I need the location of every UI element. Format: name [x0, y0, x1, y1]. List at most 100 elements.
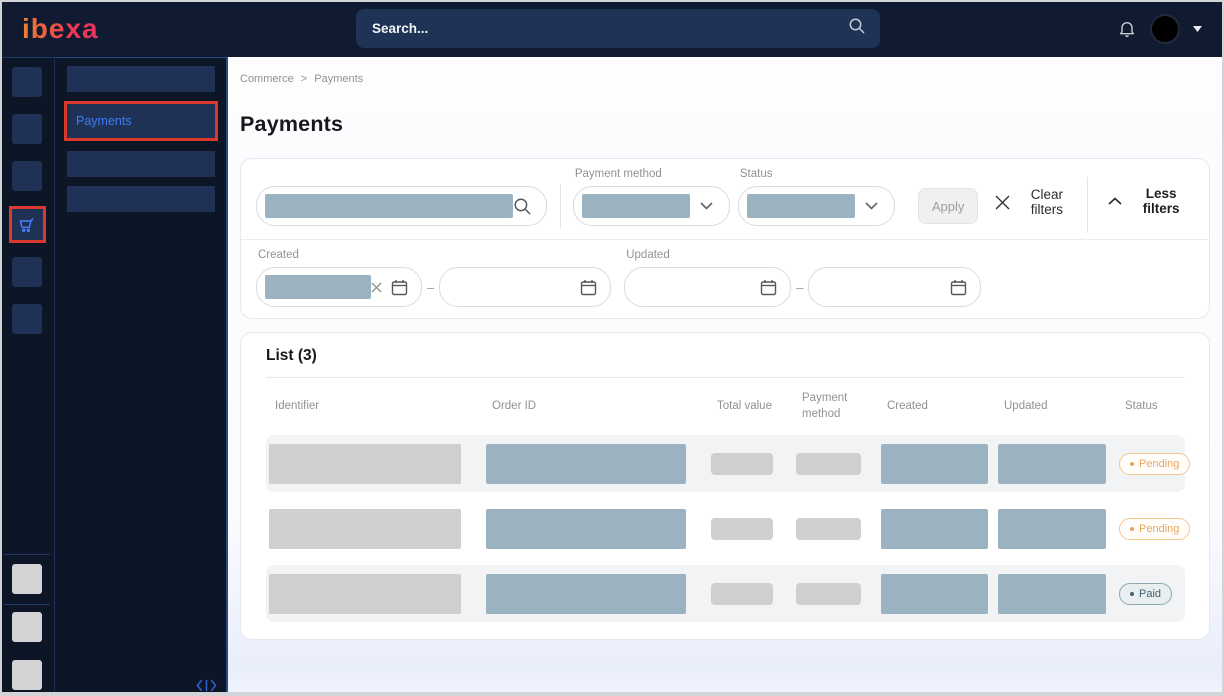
- created-placeholder: [881, 574, 988, 614]
- calendar-icon[interactable]: [391, 279, 408, 296]
- sidebar-rail-bottom: [0, 554, 54, 696]
- page-title: Payments: [240, 112, 1210, 137]
- app-window: ibexa: [0, 0, 1224, 696]
- global-search-input[interactable]: [370, 20, 848, 37]
- subnav-item-payments[interactable]: Payments: [64, 101, 218, 141]
- filter-panel: Payment method Status: [240, 158, 1210, 319]
- caret-down-icon[interactable]: [1193, 26, 1202, 32]
- created-placeholder: [881, 509, 988, 549]
- order-id-placeholder: [486, 444, 686, 484]
- sidebar-item-placeholder-1[interactable]: [12, 67, 42, 97]
- collapse-sidebar-icon[interactable]: [196, 679, 217, 692]
- table-row[interactable]: Pending: [266, 500, 1185, 557]
- subnav-item-placeholder-2[interactable]: [67, 151, 215, 177]
- status-label: Status: [740, 168, 895, 180]
- main-content: Commerce > Payments Payments: [228, 57, 1224, 696]
- range-separator: –: [427, 280, 434, 295]
- range-separator: –: [796, 280, 803, 295]
- payments-list-panel: List (3) IdentifierOrder IDTotal valuePa…: [240, 332, 1210, 640]
- calendar-icon[interactable]: [760, 279, 777, 296]
- status-value-placeholder: [747, 194, 855, 218]
- total-value-placeholder: [711, 518, 773, 540]
- chevron-down-icon: [700, 202, 713, 210]
- status-badge: Pending: [1119, 518, 1190, 540]
- chevron-down-icon: [865, 202, 878, 210]
- payment-method-placeholder: [796, 453, 861, 475]
- list-title: List (3): [266, 347, 1185, 365]
- sidebar-rail: [0, 57, 55, 696]
- shell: Payments Commerce > Payments Payments: [0, 57, 1224, 696]
- divider: [4, 554, 50, 555]
- table-body: Pending Pending Paid: [266, 435, 1185, 622]
- topbar-actions: [1117, 14, 1202, 44]
- updated-label: Updated: [626, 249, 981, 261]
- sidebar-item-placeholder-3[interactable]: [12, 161, 42, 191]
- sidebar-bottom-item-1[interactable]: [12, 564, 42, 594]
- updated-from-input[interactable]: [624, 267, 791, 307]
- topbar: ibexa: [0, 0, 1224, 57]
- updated-to-input[interactable]: [808, 267, 981, 307]
- identifier-placeholder: [269, 444, 461, 484]
- sidebar-item-commerce[interactable]: [9, 206, 46, 243]
- order-id-placeholder: [486, 509, 686, 549]
- sidebar-bottom-item-2[interactable]: [12, 612, 42, 642]
- sidebar-bottom-item-3[interactable]: [12, 660, 42, 690]
- identifier-placeholder: [269, 574, 461, 614]
- avatar[interactable]: [1150, 14, 1180, 44]
- ibexa-logo[interactable]: ibexa: [22, 13, 99, 45]
- table-row[interactable]: Pending: [266, 435, 1185, 492]
- identifier-placeholder: [269, 509, 461, 549]
- sidebar-item-placeholder-2[interactable]: [12, 114, 42, 144]
- status-badge: Pending: [1119, 453, 1190, 475]
- clear-date-icon[interactable]: [371, 282, 382, 293]
- sidebar-subnav: Payments: [55, 57, 228, 696]
- calendar-icon[interactable]: [580, 279, 597, 296]
- column-header: Payment method: [793, 391, 878, 422]
- status-badge: Paid: [1119, 583, 1172, 605]
- sidebar-item-placeholder-5[interactable]: [12, 257, 42, 287]
- less-filters-label: Less filters: [1132, 186, 1190, 216]
- table-header: IdentifierOrder IDTotal valuePayment met…: [266, 378, 1185, 435]
- created-label: Created: [258, 249, 611, 261]
- breadcrumb-payments[interactable]: Payments: [314, 73, 363, 85]
- payment-method-select[interactable]: [573, 186, 730, 226]
- column-header: Updated: [995, 399, 1116, 415]
- status-dot-icon: [1130, 527, 1134, 531]
- calendar-icon[interactable]: [950, 279, 967, 296]
- updated-placeholder: [998, 574, 1106, 614]
- status-select[interactable]: [738, 186, 895, 226]
- search-icon[interactable]: [513, 197, 532, 216]
- search-icon[interactable]: [848, 17, 866, 40]
- column-header: Identifier: [266, 399, 483, 415]
- created-from-input[interactable]: [256, 267, 422, 307]
- updated-placeholder: [998, 444, 1106, 484]
- created-to-input[interactable]: [439, 267, 611, 307]
- filter-search-input[interactable]: [256, 186, 547, 226]
- column-header: Status: [1116, 399, 1185, 415]
- payment-method-value-placeholder: [582, 194, 690, 218]
- filter-row-2: Created: [241, 240, 1209, 318]
- breadcrumb: Commerce > Payments: [240, 73, 1210, 85]
- updated-filter: Updated: [624, 249, 981, 307]
- sidebar-item-placeholder-6[interactable]: [12, 304, 42, 334]
- created-placeholder: [881, 444, 988, 484]
- breadcrumb-commerce[interactable]: Commerce: [240, 73, 294, 85]
- clear-filters-button[interactable]: Clear filters: [995, 187, 1074, 217]
- chevron-up-icon: [1108, 197, 1122, 205]
- column-header: Order ID: [483, 399, 708, 415]
- column-header: Total value: [708, 399, 793, 415]
- divider: [1087, 177, 1088, 233]
- shopping-cart-icon: [17, 215, 37, 235]
- clear-filters-label: Clear filters: [1019, 187, 1074, 217]
- status-dot-icon: [1130, 592, 1134, 596]
- table-row[interactable]: Paid: [266, 565, 1185, 622]
- bell-icon[interactable]: [1117, 18, 1137, 39]
- apply-button[interactable]: Apply: [918, 188, 979, 224]
- less-filters-button[interactable]: Less filters: [1108, 186, 1190, 216]
- divider: [560, 184, 561, 228]
- status-filter: Status: [738, 168, 895, 226]
- subnav-item-placeholder-1[interactable]: [67, 66, 215, 92]
- payment-method-placeholder: [796, 518, 861, 540]
- global-search[interactable]: [356, 9, 880, 48]
- subnav-item-placeholder-3[interactable]: [67, 186, 215, 212]
